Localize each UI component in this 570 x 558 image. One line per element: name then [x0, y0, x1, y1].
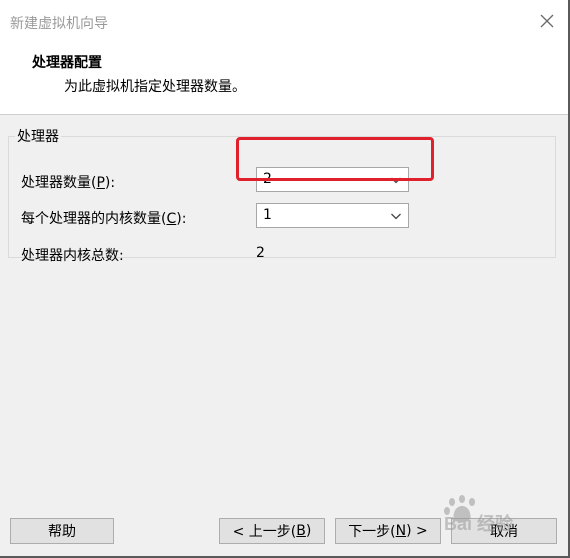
- processor-count-label: 处理器数量(P):: [21, 175, 116, 191]
- page-title: 处理器配置: [32, 55, 102, 71]
- page-subtitle: 为此虚拟机指定处理器数量。: [64, 79, 246, 95]
- cancel-button[interactable]: 取消: [451, 518, 557, 544]
- close-button[interactable]: [534, 8, 560, 34]
- cores-per-processor-label: 每个处理器的内核数量(C):: [21, 211, 187, 227]
- next-button[interactable]: 下一步(N) >: [335, 518, 441, 544]
- cores-per-processor-value: 1: [263, 207, 272, 223]
- total-cores-value: 2: [256, 245, 265, 261]
- processor-group-legend: 处理器: [17, 129, 59, 145]
- chevron-down-icon: [391, 177, 401, 184]
- total-cores-label: 处理器内核总数:: [21, 248, 124, 264]
- window-title: 新建虚拟机向导: [10, 16, 108, 32]
- chevron-down-icon: [391, 213, 401, 220]
- new-vm-wizard-dialog: 新建虚拟机向导 处理器配置 为此虚拟机指定处理器数量。 处理器 处理器数量(P)…: [0, 0, 570, 558]
- help-button[interactable]: 帮助: [10, 518, 114, 544]
- back-button[interactable]: < 上一步(B): [219, 518, 325, 544]
- close-icon: [540, 14, 554, 28]
- title-bar: 新建虚拟机向导: [0, 0, 568, 44]
- processor-count-select[interactable]: 2: [256, 167, 409, 192]
- cores-per-processor-select[interactable]: 1: [256, 203, 409, 228]
- processor-count-value: 2: [263, 171, 272, 187]
- processor-group: 处理器 处理器数量(P): 2 每个处理器的内核数量(C): 1 处理器内核总数…: [8, 126, 556, 264]
- page-header: 处理器配置 为此虚拟机指定处理器数量。: [0, 44, 568, 115]
